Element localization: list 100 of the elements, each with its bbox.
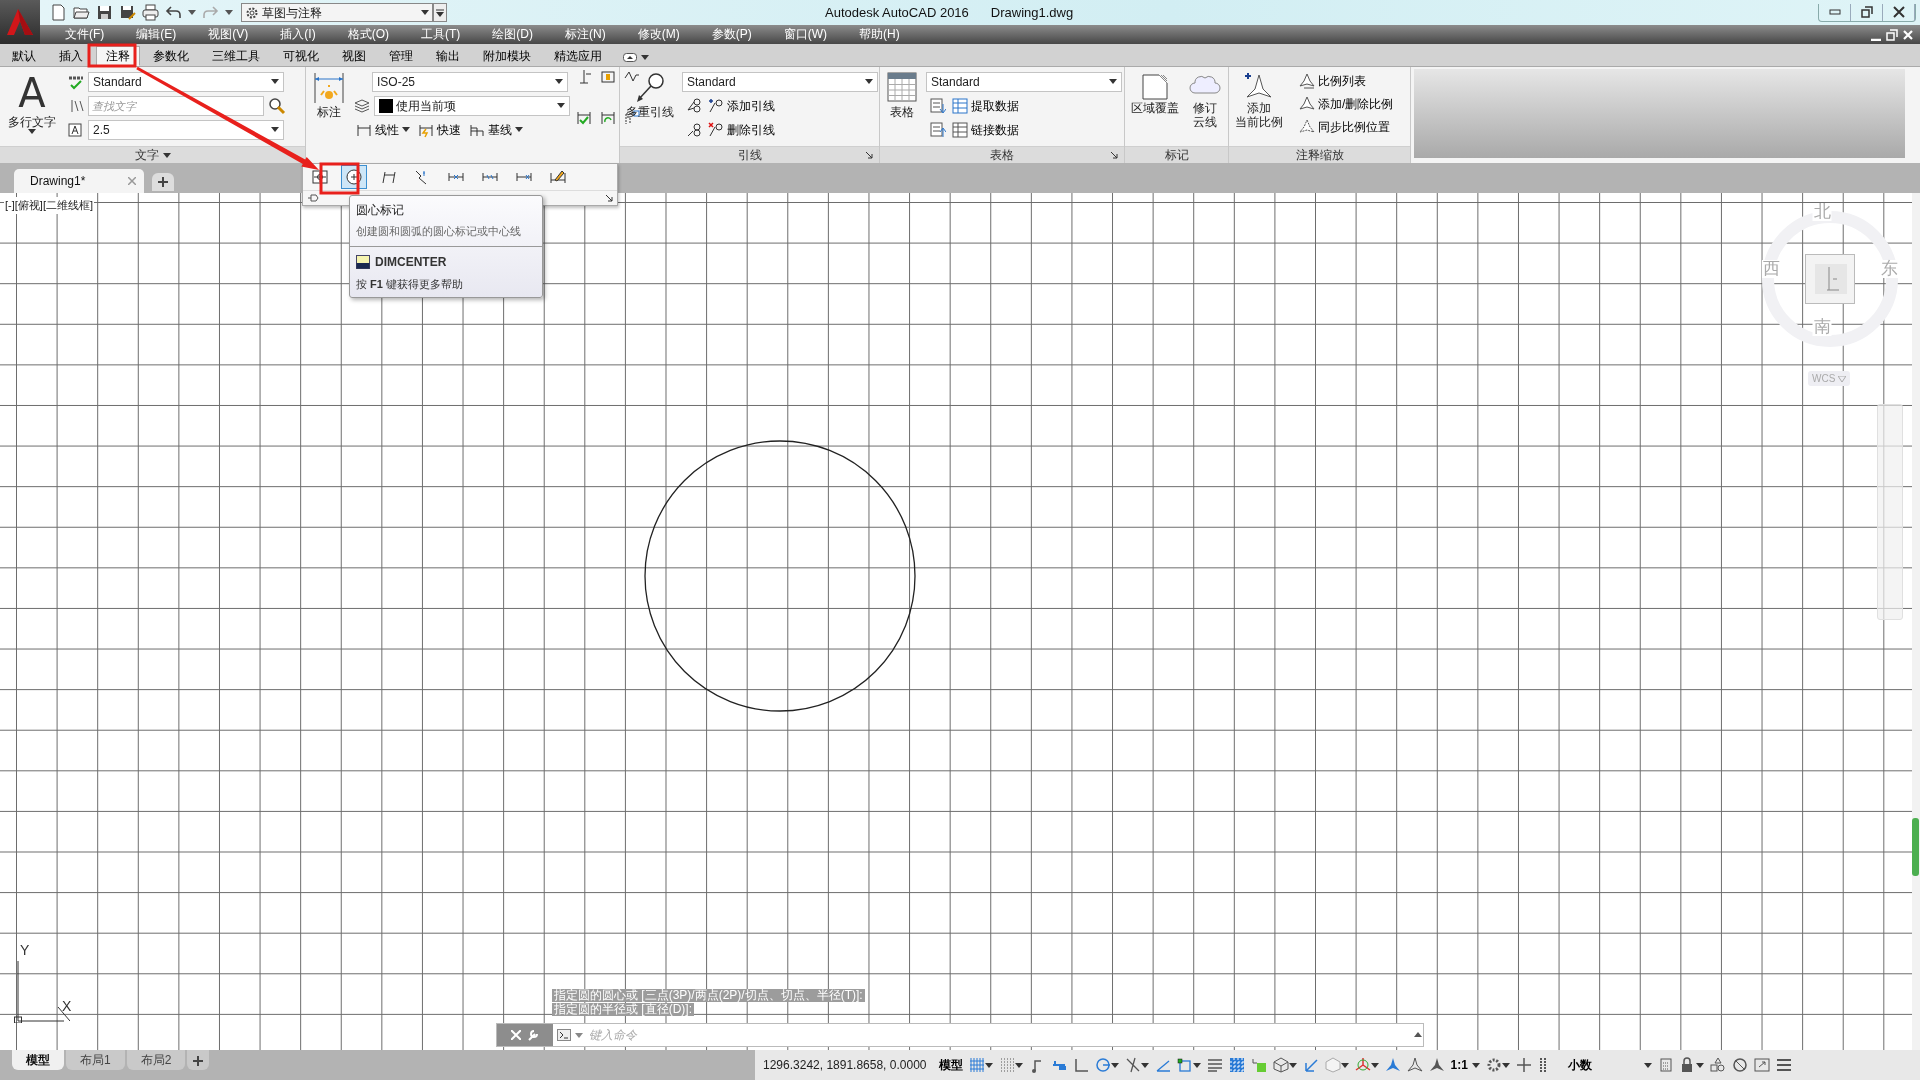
leader-style-dropdown[interactable]: Standard [682, 71, 878, 92]
menu-item[interactable]: 窗口(W) [772, 25, 838, 44]
auto-scale-icon[interactable] [1406, 1057, 1423, 1073]
menu-item[interactable]: 文件(F) [54, 25, 116, 44]
hardware-acceleration-icon[interactable] [1731, 1057, 1748, 1073]
ribbon-tab[interactable]: 附加模块 [473, 46, 541, 66]
transparency-icon[interactable] [1228, 1057, 1245, 1073]
multileader-button[interactable]: 多重引线 [624, 71, 676, 146]
collect-leaders-icon[interactable] [686, 121, 702, 138]
caret-icon[interactable] [1413, 1030, 1423, 1040]
table-action-button[interactable]: 提取数据 [950, 95, 1021, 116]
add-current-scale-button[interactable]: 添加 当前比例 [1233, 71, 1285, 146]
menu-item[interactable]: 参数(P) [700, 25, 763, 44]
viewport-controls[interactable]: [-][俯视][二维线框] [4, 197, 94, 214]
gizmo-icon[interactable] [1354, 1057, 1371, 1073]
grid-icon[interactable] [968, 1057, 985, 1073]
ortho-icon[interactable] [1072, 1057, 1089, 1073]
scale-action-button[interactable]: 添加/删除比例 [1297, 94, 1396, 114]
open-folder-icon[interactable] [73, 4, 90, 21]
plus-icon[interactable] [1515, 1057, 1532, 1073]
menu-item[interactable]: 视图(V) [197, 25, 260, 44]
text-height-icon[interactable] [68, 121, 84, 138]
dialog-launcher-icon[interactable] [1111, 152, 1118, 159]
undo-icon[interactable] [165, 4, 182, 21]
3d-osnap-icon[interactable] [1272, 1057, 1289, 1073]
layout-tab[interactable]: 布局1 [66, 1050, 125, 1070]
scrollbar-track[interactable] [1912, 193, 1920, 1050]
units-dropdown[interactable]: 小数 [1559, 1056, 1652, 1074]
command-line-handle[interactable] [497, 1024, 553, 1046]
table-action-button[interactable]: 链接数据 [950, 119, 1021, 140]
menu-item[interactable]: 标注(N) [554, 25, 617, 44]
ribbon-tab[interactable]: 参数化 [143, 46, 199, 66]
command-input[interactable]: 键入命令 [587, 1025, 1409, 1045]
ribbon-tab[interactable]: 输出 [426, 46, 470, 66]
menu-item[interactable]: 格式(O) [336, 25, 400, 44]
annotation-scale-icon[interactable] [1428, 1057, 1445, 1073]
dialog-launcher-icon[interactable] [606, 194, 613, 202]
model-space-button[interactable]: 模型 [938, 1056, 963, 1074]
isodraft-icon[interactable] [1124, 1057, 1141, 1073]
lineweight-icon[interactable] [1206, 1057, 1223, 1073]
inspect-icon[interactable] [600, 69, 618, 85]
print-icon[interactable] [142, 4, 159, 21]
layer-dropdown[interactable]: 使用当前项 [374, 95, 570, 116]
ribbon-tab[interactable]: 可视化 [273, 46, 329, 66]
clean-screen-icon[interactable] [1753, 1057, 1770, 1073]
dialog-launcher-icon[interactable] [866, 152, 873, 159]
save-as-icon[interactable] [119, 4, 136, 21]
find-replace-icon[interactable] [268, 96, 286, 115]
new-layout-button[interactable] [187, 1050, 210, 1070]
markup-button[interactable]: 区域覆盖 [1129, 71, 1181, 146]
customization-icon[interactable] [1775, 1057, 1792, 1073]
ribbon-tab[interactable]: 管理 [379, 46, 423, 66]
dimension-tool-button[interactable]: 基线 [467, 119, 525, 140]
multiline-text-button[interactable]: A 多行文字 [4, 71, 60, 146]
gear-icon[interactable] [1485, 1057, 1502, 1073]
menu-item[interactable]: 插入(I) [269, 25, 327, 44]
find-text-field[interactable]: 查找文字 [88, 95, 264, 116]
ribbon-tab[interactable]: 视图 [332, 46, 376, 66]
menu-item[interactable]: 修改(M) [626, 25, 691, 44]
leader-action-button[interactable]: 添加引线 [706, 95, 777, 116]
app-menu-button[interactable] [0, 0, 40, 44]
pin-icon[interactable] [307, 193, 319, 204]
annotation-visibility-icon[interactable] [1384, 1057, 1401, 1073]
markup-button[interactable]: 修订 云线 [1187, 71, 1223, 146]
leader-action-button[interactable]: 删除引线 [706, 119, 777, 140]
new-file-icon[interactable] [50, 4, 67, 21]
file-tab[interactable]: Drawing1* [14, 169, 144, 193]
ribbon-tab[interactable]: 默认 [2, 46, 46, 66]
menu-item[interactable]: 工具(T) [410, 25, 472, 44]
new-tab-button[interactable] [152, 173, 174, 191]
upload-table-icon[interactable] [930, 121, 946, 138]
dimension-tool-button[interactable]: 线性 [354, 119, 412, 140]
dimension-style-dropdown[interactable]: ISO-25 [372, 71, 568, 92]
download-table-icon[interactable] [930, 97, 946, 114]
layout-tab[interactable]: 布局2 [126, 1050, 186, 1070]
restore-icon[interactable] [1886, 28, 1898, 41]
text-style-dropdown[interactable]: Standard [88, 71, 284, 92]
update-dimension-icon[interactable] [600, 109, 618, 126]
dynamic-ucs-icon[interactable] [1302, 1057, 1319, 1073]
ribbon-tab[interactable]: 插入 [49, 46, 93, 66]
align-leaders-icon[interactable] [686, 97, 702, 114]
dimension-button[interactable]: 标注 [310, 71, 348, 147]
table-button[interactable]: 表格 [884, 71, 920, 146]
ribbon-toggle-icon[interactable] [623, 53, 637, 62]
isolate-objects-icon[interactable] [1709, 1057, 1726, 1073]
ribbon-tab[interactable]: 精选应用 [544, 46, 612, 66]
scale-action-button[interactable]: 比例列表 [1297, 71, 1396, 91]
annotation-scale-dropdown[interactable]: 1:1 [1450, 1056, 1480, 1074]
menu-item[interactable]: 绘图(D) [481, 25, 544, 44]
scrollbar-thumb[interactable] [1912, 818, 1919, 876]
table-style-dropdown[interactable]: Standard [926, 71, 1122, 92]
check-dimension-icon[interactable] [576, 109, 594, 126]
menu-item[interactable]: 帮助(H) [848, 25, 911, 44]
menu-item[interactable]: 编辑(E) [125, 25, 188, 44]
customize-toolbar-button[interactable] [433, 3, 447, 22]
workspace-dropdown[interactable]: 草图与注释 [241, 3, 433, 22]
wrench-icon[interactable] [527, 1029, 539, 1041]
scale-action-button[interactable]: 同步比例位置 [1297, 117, 1396, 137]
dimension-tool-button[interactable]: 快速 [416, 119, 463, 140]
command-prompt-icon[interactable] [557, 1029, 571, 1041]
